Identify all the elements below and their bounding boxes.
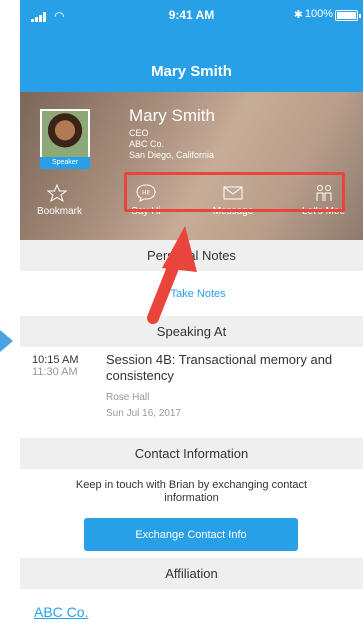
session-title: Session 4B: Transactional memory and con… — [106, 352, 333, 383]
app-header: ◠ 9:41 AM ✱ 100% Mary Smith — [20, 0, 363, 92]
session-end-time: 11:30 AM — [32, 366, 78, 378]
battery-fill — [337, 12, 356, 19]
battery-icon — [335, 10, 361, 21]
affiliation-header: Affiliation — [20, 558, 363, 589]
take-notes-link[interactable]: ✎Take Notes — [20, 286, 363, 302]
session-start-time: 10:15 AM — [32, 354, 79, 366]
profile-name: Mary Smith — [129, 106, 215, 125]
pencil-icon: ✎ — [154, 286, 170, 302]
session-room: Rose Hall — [106, 392, 150, 403]
exchange-contact-button[interactable]: Exchange Contact Info — [84, 518, 298, 551]
take-notes-label: Take Notes — [170, 288, 226, 300]
profile-company: ABC Co. — [129, 139, 165, 149]
bookmark-label: Bookmark — [37, 206, 83, 217]
status-bar: ◠ 9:41 AM ✱ 100% — [20, 8, 363, 26]
bluetooth-icon: ✱ — [293, 9, 303, 21]
speaking-at-header: Speaking At — [20, 316, 363, 347]
profile-title: CEO — [129, 128, 149, 138]
battery-percent: 100% — [304, 8, 333, 20]
phone-screen: ◠ 9:41 AM ✱ 100% Mary Smith Speaker Mary… — [20, 0, 363, 623]
annotation-left-arrow — [0, 330, 13, 352]
page-title: Mary Smith — [151, 63, 232, 80]
bookmark-button[interactable]: Bookmark — [37, 184, 82, 217]
star-icon — [47, 184, 67, 202]
profile-banner: Speaker Mary Smith CEO ABC Co. San Diego… — [20, 92, 363, 240]
avatar[interactable] — [40, 109, 90, 159]
profile-location: San Diego, California — [129, 150, 215, 160]
session-date: Sun Jul 16, 2017 — [106, 408, 182, 419]
contact-info-header: Contact Information — [20, 438, 363, 469]
speaker-badge: Speaker — [40, 157, 90, 169]
affiliation-link[interactable]: ABC Co. — [34, 604, 88, 620]
personal-notes-header: Personal Notes — [20, 240, 363, 271]
annotation-highlight-box — [124, 172, 345, 212]
contact-description: Keep in touch with Brian by exchanging c… — [75, 479, 308, 504]
